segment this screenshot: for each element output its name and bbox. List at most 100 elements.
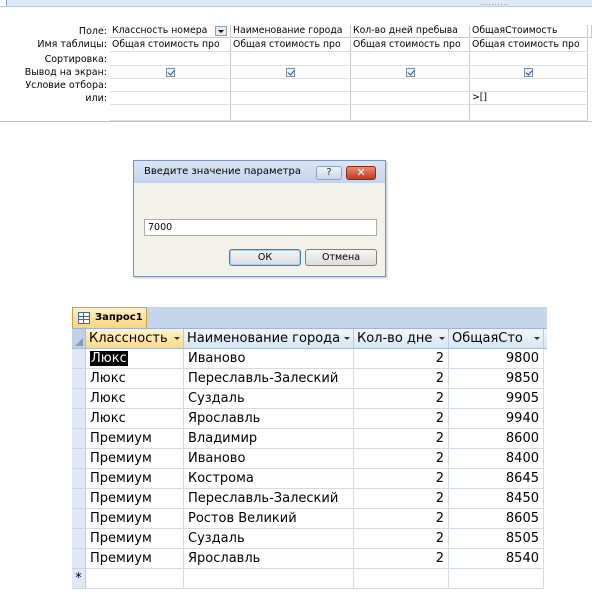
criteria-cell[interactable] (351, 79, 470, 92)
field-cell[interactable]: ОбщаяСтоимость (470, 25, 588, 38)
table-cell[interactable]: Люкс (86, 389, 184, 409)
new-record-cell[interactable] (354, 569, 449, 589)
row-selector[interactable] (72, 409, 86, 429)
table-cell[interactable]: 2 (354, 489, 449, 509)
table-cell[interactable]: 9800 (449, 349, 544, 369)
table-cell[interactable]: 8540 (449, 549, 544, 569)
row-selector[interactable] (72, 529, 86, 549)
row-selector[interactable] (72, 369, 86, 389)
table-row[interactable]: Премиум Переславль-Залеский 2 8450 (72, 489, 547, 509)
field-cell[interactable]: Наименование города (231, 25, 351, 38)
table-name-cell[interactable]: Общая стоимость про (470, 39, 588, 52)
table-row[interactable]: Люкс Переславль-Залеский 2 9850 (72, 369, 547, 389)
table-cell[interactable]: 9850 (449, 369, 544, 389)
table-name-cell[interactable]: Общая стоимость про (351, 39, 470, 52)
table-row[interactable]: Люкс Иваново 2 9800 (72, 349, 547, 369)
cancel-button[interactable]: Отмена (305, 249, 377, 266)
table-cell[interactable]: 2 (354, 469, 449, 489)
table-cell[interactable]: Премиум (86, 429, 184, 449)
criteria-cell[interactable] (110, 79, 231, 92)
table-cell[interactable]: Люкс (86, 349, 184, 369)
row-selector[interactable] (72, 549, 86, 569)
table-row[interactable]: Премиум Суздаль 2 8505 (72, 529, 547, 549)
tab-query1[interactable]: Запрос1 (72, 307, 147, 328)
table-cell[interactable]: Переславль-Залеский (184, 489, 354, 509)
or-cell[interactable] (351, 92, 470, 105)
show-checkbox[interactable] (406, 68, 415, 77)
ok-button[interactable]: ОК (229, 249, 301, 266)
table-row[interactable]: Люкс Ярославль 2 9940 (72, 409, 547, 429)
row-selector[interactable] (72, 429, 86, 449)
table-cell[interactable]: 2 (354, 509, 449, 529)
or-cell[interactable]: >[] (470, 92, 588, 105)
row-selector[interactable] (72, 489, 86, 509)
row-selector[interactable] (72, 349, 86, 369)
column-header[interactable]: ОбщаяСто (449, 329, 544, 348)
table-cell[interactable]: 8505 (449, 529, 544, 549)
sort-cell[interactable] (110, 53, 231, 66)
table-cell[interactable]: Иваново (184, 449, 354, 469)
or-cell[interactable] (231, 92, 351, 105)
show-checkbox[interactable] (286, 68, 295, 77)
table-cell[interactable]: 8645 (449, 469, 544, 489)
sort-cell[interactable] (351, 53, 470, 66)
table-cell[interactable]: 2 (354, 349, 449, 369)
row-selector[interactable] (72, 449, 86, 469)
field-cell[interactable]: Кол-во дней пребыва (351, 25, 470, 38)
row-selector[interactable] (72, 469, 86, 489)
column-filter-arrow-icon[interactable] (344, 337, 350, 340)
help-button[interactable]: ? (316, 166, 342, 180)
table-cell[interactable]: 2 (354, 409, 449, 429)
blank-cell[interactable] (470, 105, 588, 121)
table-name-cell[interactable]: Общая стоимость про (231, 39, 351, 52)
column-filter-arrow-icon[interactable] (174, 337, 180, 340)
table-name-cell[interactable]: Общая стоимость про (110, 39, 231, 52)
table-cell[interactable]: Владимир (184, 429, 354, 449)
next-field-cell[interactable] (588, 25, 592, 38)
table-cell[interactable]: Ростов Великий (184, 509, 354, 529)
table-cell[interactable]: 8600 (449, 429, 544, 449)
parameter-input[interactable]: 7000 (144, 219, 377, 236)
table-cell[interactable]: 8605 (449, 509, 544, 529)
table-cell[interactable]: Люкс (86, 369, 184, 389)
table-cell[interactable]: Иваново (184, 349, 354, 369)
sort-cell[interactable] (231, 53, 351, 66)
table-cell[interactable]: Премиум (86, 549, 184, 569)
table-cell[interactable]: Суздаль (184, 529, 354, 549)
table-row[interactable]: Люкс Суздаль 2 9905 (72, 389, 547, 409)
table-cell[interactable]: Кострома (184, 469, 354, 489)
sort-cell[interactable] (470, 53, 588, 66)
blank-cell[interactable] (231, 105, 351, 121)
blank-cell[interactable] (110, 105, 231, 121)
table-row[interactable]: Премиум Ростов Великий 2 8605 (72, 509, 547, 529)
or-cell[interactable] (110, 92, 231, 105)
column-header[interactable]: Кол-во дне (354, 329, 449, 348)
blank-cell[interactable] (351, 105, 470, 121)
select-all-button[interactable] (72, 329, 86, 348)
table-cell[interactable]: Премиум (86, 529, 184, 549)
new-record-cell[interactable] (184, 569, 354, 589)
table-row[interactable]: Премиум Иваново 2 8400 (72, 449, 547, 469)
table-cell[interactable]: Ярославль (184, 409, 354, 429)
table-cell[interactable]: 8400 (449, 449, 544, 469)
row-selector[interactable] (72, 509, 86, 529)
table-cell[interactable]: Премиум (86, 449, 184, 469)
table-cell[interactable]: Ярославль (184, 549, 354, 569)
table-cell[interactable]: Переславль-Залеский (184, 369, 354, 389)
criteria-cell[interactable] (231, 79, 351, 92)
table-cell[interactable]: 9940 (449, 409, 544, 429)
table-row[interactable]: Премиум Ярославль 2 8540 (72, 549, 547, 569)
column-header[interactable]: Классность (86, 329, 184, 348)
dialog-titlebar[interactable]: Введите значение параметра ? ✕ (134, 161, 385, 183)
new-record-cell[interactable] (86, 569, 184, 589)
criteria-cell[interactable] (470, 79, 588, 92)
field-cell[interactable]: Классность номера (110, 25, 231, 38)
table-cell[interactable]: 2 (354, 429, 449, 449)
table-cell[interactable]: 8450 (449, 489, 544, 509)
new-record-cell[interactable] (449, 569, 544, 589)
column-filter-arrow-icon[interactable] (439, 337, 445, 340)
table-row[interactable]: Премиум Кострома 2 8645 (72, 469, 547, 489)
show-checkbox[interactable] (524, 68, 533, 77)
splitter-grip-icon[interactable]: .......... (480, 1, 509, 7)
table-cell[interactable]: 2 (354, 549, 449, 569)
